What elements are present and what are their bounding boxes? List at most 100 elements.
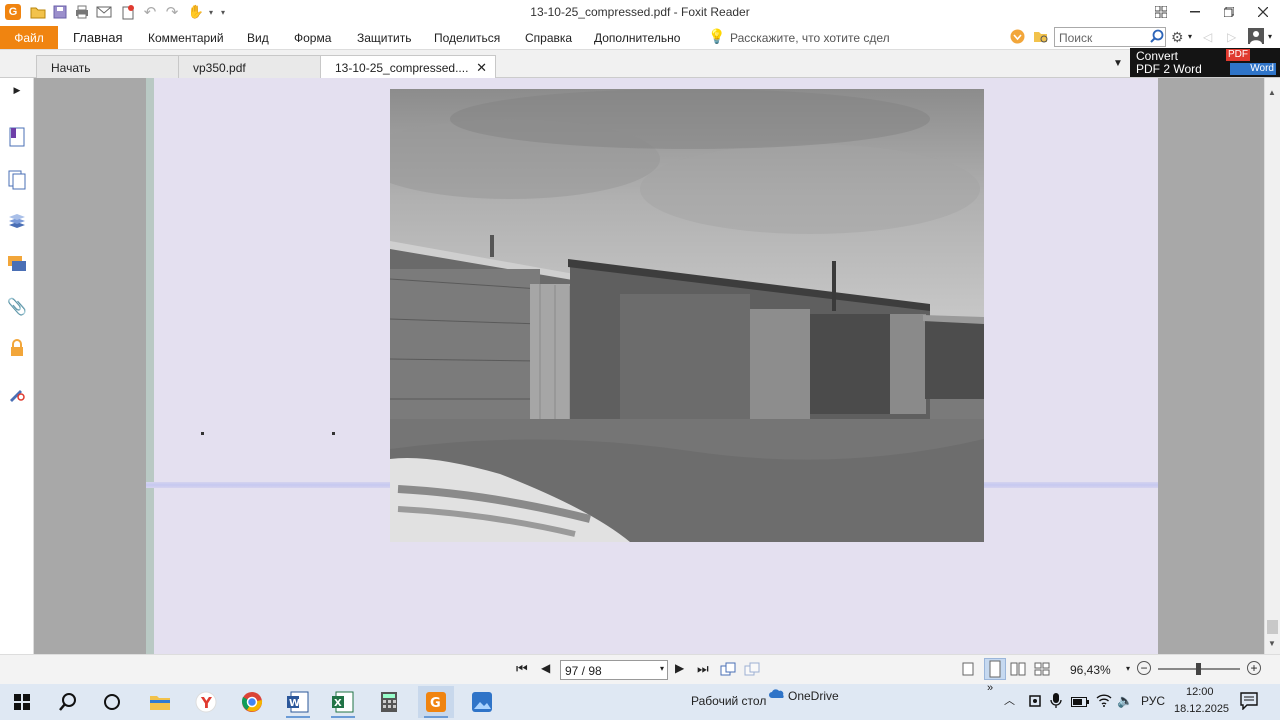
wifi-icon[interactable] bbox=[1096, 693, 1112, 710]
last-page-icon[interactable]: ⏭ bbox=[697, 661, 709, 677]
first-page-icon[interactable]: ⏮ bbox=[516, 661, 528, 677]
scroll-thumb[interactable] bbox=[1267, 620, 1278, 634]
toolbar-overflow-chevron[interactable]: » bbox=[987, 682, 993, 694]
pages-icon[interactable] bbox=[7, 170, 27, 190]
tab-protect[interactable]: Защитить bbox=[357, 31, 411, 45]
document-view[interactable] bbox=[34, 78, 1264, 654]
excel-icon[interactable]: X bbox=[325, 686, 361, 718]
close-button[interactable] bbox=[1246, 0, 1280, 24]
tab-help[interactable]: Справка bbox=[525, 31, 572, 45]
navigation-panel: ▶ 📎 bbox=[0, 78, 34, 654]
bookmark-icon[interactable] bbox=[7, 127, 27, 147]
file-explorer-icon[interactable] bbox=[142, 686, 178, 718]
signature-icon[interactable] bbox=[7, 383, 27, 403]
document-tab-bar: Начать vp350.pdf 13-10-25_compressed....… bbox=[0, 50, 1280, 78]
doc-tab-vp350[interactable]: vp350.pdf bbox=[178, 55, 322, 78]
photos-icon[interactable] bbox=[464, 686, 500, 718]
close-tab-icon[interactable]: ✕ bbox=[476, 60, 487, 76]
attachments-icon[interactable]: 📎 bbox=[7, 297, 27, 317]
continuous-facing-view-icon[interactable] bbox=[1034, 662, 1050, 679]
settings-dropdown-icon[interactable]: ▾ bbox=[1188, 32, 1192, 41]
page-number-field[interactable]: 97 / 98 ▾ bbox=[560, 660, 668, 680]
zoom-dropdown-icon[interactable]: ▾ bbox=[1126, 664, 1130, 673]
vertical-scrollbar[interactable]: ▲ ▼ bbox=[1264, 78, 1280, 654]
zoom-in-icon[interactable]: + bbox=[1247, 661, 1261, 675]
zoom-out-icon[interactable]: − bbox=[1137, 661, 1151, 675]
prev-page-icon[interactable]: ◀ bbox=[541, 661, 550, 675]
start-icon[interactable] bbox=[4, 686, 40, 718]
favorite-icon[interactable] bbox=[1010, 29, 1025, 47]
facing-view-icon[interactable] bbox=[1010, 662, 1026, 679]
tab-extras[interactable]: Дополнительно bbox=[594, 31, 680, 45]
account-icon[interactable] bbox=[1248, 28, 1264, 47]
clock-time[interactable]: 12:00 bbox=[1186, 686, 1214, 698]
chrome-icon[interactable] bbox=[234, 686, 270, 718]
word-icon[interactable]: W bbox=[280, 686, 316, 718]
yandex-browser-icon[interactable]: Y bbox=[188, 686, 224, 718]
foxit-reader-taskbar-icon[interactable]: G bbox=[418, 686, 454, 718]
convert-line2: PDF 2 Word bbox=[1136, 62, 1202, 76]
continuous-view-icon[interactable] bbox=[984, 658, 1006, 680]
window-title: 13-10-25_compressed.pdf - Foxit Reader bbox=[530, 5, 750, 19]
expand-panel-icon[interactable]: ▶ bbox=[7, 80, 27, 100]
search-taskbar-icon[interactable] bbox=[50, 686, 86, 718]
search-icon[interactable] bbox=[1150, 29, 1164, 46]
prev-view-icon[interactable]: ◁ bbox=[1203, 30, 1212, 44]
page-speck bbox=[332, 432, 335, 435]
doc-tab-start[interactable]: Начать bbox=[36, 55, 180, 78]
tab-list-dropdown-icon[interactable]: ▼ bbox=[1113, 58, 1123, 69]
find-folder-icon[interactable] bbox=[1033, 29, 1049, 47]
comments-icon[interactable] bbox=[7, 254, 27, 274]
tab-comment[interactable]: Комментарий bbox=[148, 31, 224, 45]
volume-icon[interactable]: 🔈 bbox=[1117, 693, 1133, 709]
scanned-photo-garages bbox=[390, 89, 984, 542]
account-dropdown-icon[interactable]: ▾ bbox=[1268, 32, 1272, 41]
single-page-view-icon[interactable] bbox=[962, 662, 974, 679]
calculator-icon[interactable] bbox=[371, 686, 407, 718]
layers-icon[interactable] bbox=[7, 212, 27, 232]
convert-line1: Convert bbox=[1136, 49, 1179, 63]
tell-me-box[interactable]: Расскажите, что хотите сдел bbox=[730, 31, 890, 45]
status-bar: ⏮ ◀ 97 / 98 ▾ ▶ ⏭ 96,43% ▾ − + bbox=[0, 654, 1280, 684]
microphone-icon[interactable] bbox=[1050, 693, 1062, 712]
onedrive-icon[interactable] bbox=[769, 688, 785, 702]
desktop-toolbar-label[interactable]: Рабочий стол bbox=[691, 694, 766, 708]
lightbulb-icon: 💡 bbox=[708, 28, 726, 44]
tab-view[interactable]: Вид bbox=[247, 31, 269, 45]
settings-icon[interactable]: ⚙ bbox=[1171, 29, 1184, 46]
meet-now-icon[interactable] bbox=[1028, 693, 1042, 712]
previous-view-icon[interactable] bbox=[720, 662, 736, 679]
onedrive-label[interactable]: OneDrive bbox=[788, 689, 839, 703]
minimize-button[interactable] bbox=[1178, 0, 1212, 24]
task-view-icon[interactable] bbox=[94, 686, 130, 718]
convert-pdf-to-word-ad[interactable]: Convert PDF 2 Word PDF Word bbox=[1130, 48, 1280, 77]
doc-tab-label: Начать bbox=[51, 61, 91, 75]
scroll-down-icon[interactable]: ▼ bbox=[1268, 639, 1276, 648]
zoom-level[interactable]: 96,43% bbox=[1070, 663, 1111, 677]
tab-home[interactable]: Главная bbox=[73, 30, 122, 45]
page-gutter bbox=[1158, 78, 1264, 654]
page-dropdown-icon[interactable]: ▾ bbox=[660, 664, 664, 673]
ribbon-tabs: Файл Главная Комментарий Вид Форма Защит… bbox=[0, 26, 1280, 50]
battery-icon[interactable] bbox=[1071, 696, 1089, 710]
file-menu-button[interactable]: Файл bbox=[0, 26, 58, 49]
security-icon[interactable] bbox=[7, 338, 27, 358]
language-indicator[interactable]: РУС bbox=[1141, 694, 1165, 708]
doc-tab-current[interactable]: 13-10-25_compressed.... ✕ bbox=[320, 55, 496, 78]
clock-date[interactable]: 18.12.2025 bbox=[1174, 703, 1229, 715]
zoom-slider-thumb[interactable] bbox=[1196, 663, 1201, 675]
word-badge: Word bbox=[1230, 63, 1276, 75]
svg-text:W: W bbox=[289, 698, 300, 709]
next-view-icon[interactable] bbox=[744, 662, 760, 679]
page-gutter bbox=[34, 78, 146, 654]
scroll-up-icon[interactable]: ▲ bbox=[1268, 88, 1276, 97]
notifications-icon[interactable] bbox=[1240, 692, 1258, 713]
next-view-icon[interactable]: ▷ bbox=[1227, 30, 1236, 44]
tab-share[interactable]: Поделиться bbox=[434, 31, 500, 45]
restore-button[interactable] bbox=[1212, 0, 1246, 24]
tab-form[interactable]: Форма bbox=[294, 31, 331, 45]
svg-text:Y: Y bbox=[200, 694, 213, 712]
ribbon-display-icon[interactable] bbox=[1144, 0, 1178, 24]
show-hidden-icons-icon[interactable]: ︿ bbox=[1004, 692, 1015, 708]
next-page-icon[interactable]: ▶ bbox=[675, 661, 684, 675]
